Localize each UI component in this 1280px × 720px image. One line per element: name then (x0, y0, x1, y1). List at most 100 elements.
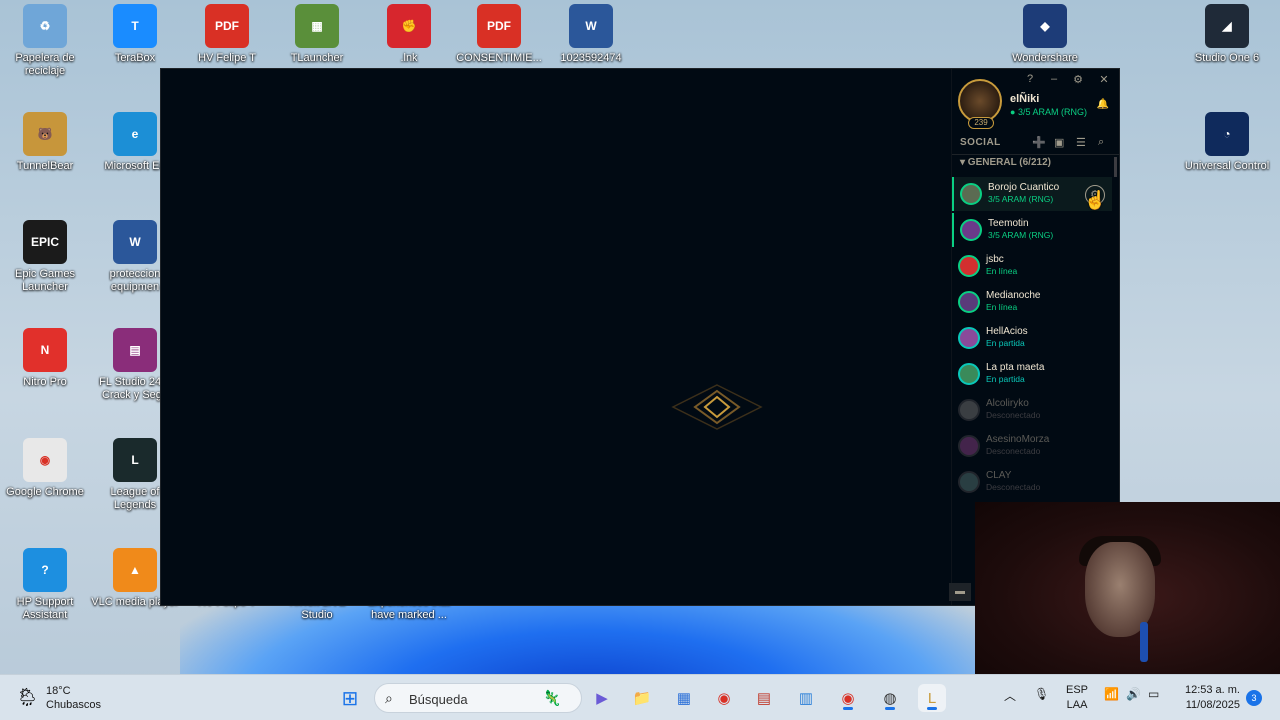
friend-row[interactable]: jsbc En línea (952, 249, 1112, 283)
desktop-icon-label: Studio One 6 (1194, 52, 1260, 64)
microphone-icon (1140, 622, 1148, 662)
friend-avatar (958, 399, 980, 421)
profile-status[interactable]: ● 3/5 ARAM (RNG) (1010, 107, 1087, 117)
wifi-icon[interactable]: 📶 (1104, 687, 1119, 701)
desktop-icon[interactable]: ◔ Universal Control (1182, 112, 1272, 173)
minimize-icon[interactable]: – (1047, 73, 1061, 85)
weather-condition: Chubascos (46, 699, 102, 711)
friend-name: jsbc (986, 254, 1004, 265)
battery-icon[interactable]: ▭ (1148, 687, 1159, 701)
desktop-icon-image: W (113, 220, 157, 264)
volume-icon[interactable]: 🔊 (1126, 687, 1141, 701)
friend-row[interactable]: AsesinoMorza Desconectado (952, 429, 1112, 463)
friend-row[interactable]: La pta maeta En partida (952, 357, 1112, 391)
desktop-icon-image: L (113, 438, 157, 482)
settings-icon[interactable]: ⚙ (1071, 73, 1085, 86)
add-folder-icon[interactable]: ▣ (1054, 136, 1064, 149)
friend-name: Alcoliryko (986, 398, 1029, 409)
friend-status: 3/5 ARAM (RNG) (988, 230, 1054, 240)
desktop-icon-image: ◉ (23, 438, 67, 482)
desktop-icon[interactable]: W 1023592474 (546, 4, 636, 65)
desktop-icon[interactable]: PDF CONSENTIMIE... (454, 4, 544, 65)
desktop-icon[interactable]: ? HP Support Assistant (0, 548, 90, 622)
desktop-icon-label: .lnk (400, 52, 418, 64)
desktop-icon[interactable]: ▦ TLauncher (272, 4, 362, 65)
friend-name: AsesinoMorza (986, 434, 1050, 445)
close-icon[interactable]: ✕ (1097, 73, 1111, 86)
friend-row[interactable]: CLAY Desconectado (952, 465, 1112, 499)
desktop-icon-image: 🐻 (23, 112, 67, 156)
group-general-header[interactable]: ▾ GENERAL (6/212) (960, 157, 1051, 168)
chevron-up-icon[interactable]: ︿ (1004, 687, 1016, 704)
help-icon[interactable]: ? (1023, 73, 1037, 85)
friend-status: 3/5 ARAM (RNG) (988, 194, 1054, 204)
chrome-profile-icon[interactable]: ◉ (834, 684, 862, 712)
search-highlight-icon: 🦎 (542, 690, 562, 707)
desktop-icon[interactable]: EPIC Epic Games Launcher (0, 220, 90, 294)
social-scrollbar[interactable] (1114, 157, 1117, 177)
desktop-icon-label: Papelera de reciclaje (15, 52, 75, 77)
friend-row[interactable]: Alcoliryko Desconectado (952, 393, 1112, 427)
time: 12:53 a. m. (1184, 684, 1240, 696)
desktop-icon[interactable]: 🐻 TunnelBear (0, 112, 90, 173)
desktop-icon[interactable]: ✊ .lnk (364, 4, 454, 65)
weather-temp: 18°C (46, 685, 71, 697)
friend-row[interactable]: Teemotin 3/5 ARAM (RNG) (952, 213, 1112, 247)
desktop-icon-image: ♻ (23, 4, 67, 48)
friend-avatar (958, 327, 980, 349)
profile-summary[interactable]: 239 elÑiki ● 3/5 ARAM (RNG) (958, 75, 1118, 135)
obs-icon[interactable]: ◍ (876, 684, 904, 712)
notification-badge[interactable]: 3 (1246, 690, 1262, 706)
add-friend-icon[interactable]: ➕ (1032, 136, 1046, 149)
clock[interactable]: 12:53 a. m. 11/08/2025 (1185, 683, 1240, 713)
desktop-icon-label: HV Felipe T (198, 52, 256, 64)
language-line-1: ESP (1066, 684, 1089, 696)
store-icon[interactable]: ▦ (670, 684, 698, 712)
taskbar: 🌦 18°C Chubascos ⊞ ⌕ Búsqueda 🦎 ▶ 📁 ▦ ◉ … (0, 674, 1280, 720)
active-indicator (843, 707, 853, 710)
friend-status: En partida (986, 374, 1025, 384)
chat-icon[interactable]: ▬ (949, 583, 971, 601)
friend-status: Desconectado (986, 446, 1041, 456)
friend-row[interactable]: HellAcios En partida (952, 321, 1112, 355)
loading-emblem-icon (671, 384, 763, 430)
friend-name: La pta maeta (986, 362, 1045, 373)
desktop-icon-image: PDF (477, 4, 521, 48)
league-taskbar-icon[interactable]: L (918, 684, 946, 712)
weather-widget[interactable]: 🌦 18°C Chubascos (16, 683, 116, 713)
friend-name: Borojo Cuantico (988, 182, 1060, 193)
desktop-icon[interactable]: ◉ Google Chrome (0, 438, 90, 499)
desktop-icon-image: N (23, 328, 67, 372)
desktop-icon-image: W (569, 4, 613, 48)
desktop-icon-label: Universal Control (1184, 160, 1270, 172)
start-icon[interactable]: ⊞ (336, 684, 364, 712)
profile-name: elÑiki (1010, 93, 1040, 105)
desktop-icon[interactable]: ◆ Wondershare (1000, 4, 1090, 65)
level-badge: 239 (968, 117, 994, 129)
notepad-icon[interactable]: ▥ (792, 684, 820, 712)
list-view-icon[interactable]: ☰ (1076, 136, 1086, 149)
search-icon: ⌕ (385, 690, 393, 706)
teams-icon[interactable]: ▶ (588, 684, 616, 712)
chrome-icon[interactable]: ◉ (710, 684, 738, 712)
desktop-icon[interactable]: ♻ Papelera de reciclaje (0, 4, 90, 78)
bell-icon[interactable]: 🔔 (1097, 99, 1109, 110)
desktop-icon-image: ◆ (1023, 4, 1067, 48)
desktop-icon-label: Google Chrome (6, 486, 84, 498)
language-indicator[interactable]: ESP LAA (1066, 683, 1088, 713)
friend-row[interactable]: Medianoche En línea (952, 285, 1112, 319)
desktop-icon[interactable]: PDF HV Felipe T (182, 4, 272, 65)
friend-status: En partida (986, 338, 1025, 348)
microphone-tray-icon[interactable]: 🎙 (1034, 687, 1049, 701)
desktop-icon[interactable]: ◢ Studio One 6 (1182, 4, 1272, 65)
editor-app-icon[interactable]: ▤ (750, 684, 778, 712)
social-header: SOCIAL ➕ ▣ ☰ ⌕ (952, 133, 1119, 155)
language-line-2: LAA (1066, 699, 1088, 711)
search-icon[interactable]: ⌕ (1098, 136, 1104, 149)
desktop-icon[interactable]: T TeraBox (90, 4, 180, 65)
desktop-icon[interactable]: N Nitro Pro (0, 328, 90, 389)
desktop-icon-image: ▦ (295, 4, 339, 48)
desktop-icon-label: TLauncher (290, 52, 344, 64)
file-explorer-icon[interactable]: 📁 (628, 684, 656, 712)
friend-avatar (958, 471, 980, 493)
